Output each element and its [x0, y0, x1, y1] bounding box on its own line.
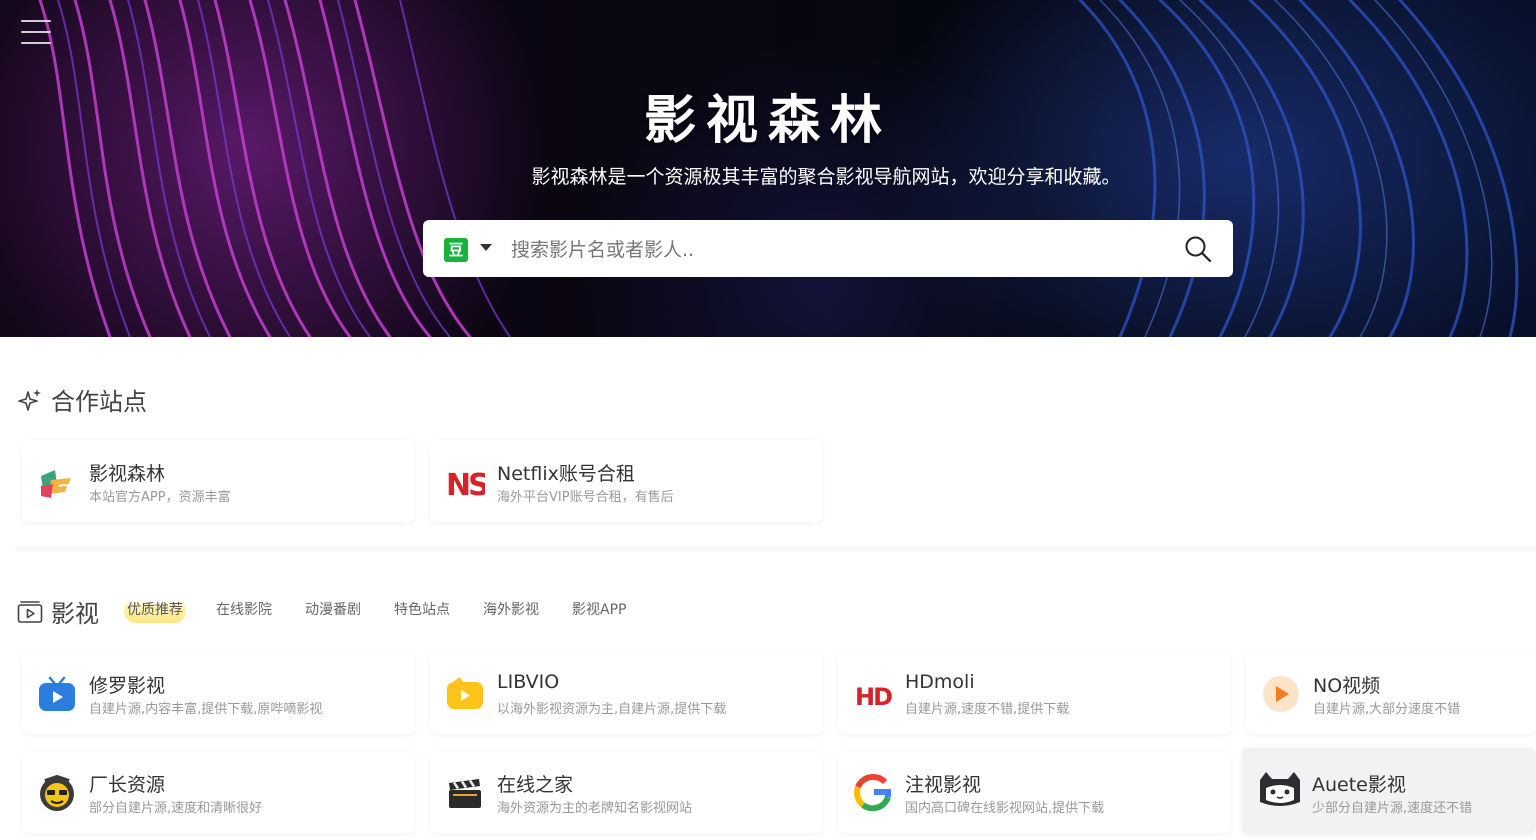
- section-divider: [15, 546, 1536, 552]
- chevron-down-icon[interactable]: [480, 244, 492, 251]
- tab-online-cinema[interactable]: 在线影院: [213, 595, 275, 623]
- card-title: HDmoli: [905, 671, 975, 693]
- card-desc: 国内高口碑在线影视网站,提供下载: [905, 801, 1105, 816]
- clapperboard-icon: [449, 779, 481, 808]
- tab-anime[interactable]: 动漫番剧: [302, 595, 364, 623]
- changzhang-logo-icon: [40, 774, 74, 811]
- card-desc: 自建片源,大部分速度不错: [1313, 702, 1461, 717]
- site-card-auete[interactable]: Auete影视 少部分自建片源,速度还不错: [1242, 748, 1536, 834]
- tab-apps[interactable]: 影视APP: [569, 595, 629, 623]
- card-title: 影视森林: [89, 463, 166, 485]
- hamburger-menu-icon[interactable]: [21, 20, 51, 44]
- libvio-logo-icon: [447, 677, 483, 709]
- site-card-zaixianzhijia[interactable]: 在线之家 海外资源为主的老牌知名影视网站: [430, 751, 822, 833]
- site-card-xiuluo[interactable]: 修罗影视 自建片源,内容丰富,提供下载,原哔嘀影视: [22, 652, 414, 734]
- site-card-novideo[interactable]: NO视频 自建片源,大部分速度不错: [1246, 652, 1536, 734]
- card-desc: 海外资源为主的老牌知名影视网站: [497, 801, 693, 816]
- card-desc: 以海外影视资源为主,自建片源,提供下载: [497, 702, 727, 717]
- site-card-changzhang[interactable]: 厂长资源 部分自建片源,速度和清晰很好: [22, 751, 414, 833]
- site-card-zhushi[interactable]: 注视影视 国内高口碑在线影视网站,提供下载: [838, 751, 1230, 833]
- tv-logo-icon: [39, 676, 75, 711]
- partner-card-netflix[interactable]: NS Netflix账号合租 海外平台VIP账号合租，有售后: [430, 440, 822, 522]
- video-category-tabs: 优质推荐 在线影院 动漫番剧 特色站点 海外影视 影视APP: [124, 595, 656, 623]
- hd-logo-icon: HD: [855, 683, 893, 711]
- card-title: Netflix账号合租: [497, 463, 635, 485]
- card-desc: 少部分自建片源,速度还不错: [1312, 801, 1473, 816]
- card-title: 在线之家: [497, 774, 574, 796]
- card-title: Auete影视: [1312, 774, 1406, 796]
- card-desc: 自建片源,内容丰富,提供下载,原哔嘀影视: [89, 702, 323, 717]
- card-desc: 部分自建片源,速度和清晰很好: [89, 801, 263, 816]
- tab-recommended[interactable]: 优质推荐: [124, 595, 186, 623]
- g-logo-icon: [854, 773, 891, 812]
- no-video-logo-icon: [1263, 676, 1299, 712]
- card-title: 修罗影视: [89, 675, 166, 697]
- partner-section-header: 合作站点: [17, 382, 147, 417]
- partner-card-yingshisenlin[interactable]: 影视森林 本站官方APP，资源丰富: [22, 440, 414, 522]
- card-title: LIBVIO: [497, 671, 560, 693]
- video-section-title: 影视: [51, 600, 99, 628]
- partner-section-title: 合作站点: [51, 388, 147, 416]
- card-desc: 本站官方APP，资源丰富: [89, 490, 231, 505]
- svg-text:NS: NS: [446, 468, 485, 502]
- search-input[interactable]: [509, 230, 1163, 270]
- card-desc: 海外平台VIP账号合租，有售后: [497, 490, 674, 505]
- search-engine-badge[interactable]: 豆: [444, 238, 468, 262]
- tab-featured-sites[interactable]: 特色站点: [391, 595, 453, 623]
- site-card-libvio[interactable]: LIBVIO 以海外影视资源为主,自建片源,提供下载: [430, 652, 822, 734]
- site-title: 影视森林: [643, 90, 892, 151]
- netflix-ns-logo-icon: NS: [446, 468, 485, 502]
- svg-text:HD: HD: [855, 683, 892, 711]
- search-icon[interactable]: [1183, 234, 1213, 264]
- hero-banner: 影视森林 影视森林是一个资源极其丰富的聚合影视导航网站，欢迎分享和收藏。 豆: [0, 0, 1536, 337]
- card-title: NO视频: [1313, 675, 1381, 697]
- card-title: 注视影视: [905, 774, 982, 796]
- site-subtitle: 影视森林是一个资源极其丰富的聚合影视导航网站，欢迎分享和收藏。: [531, 166, 1121, 188]
- video-section-header: 影视: [17, 594, 99, 629]
- sparkle-icon: [18, 388, 41, 411]
- card-title: 厂长资源: [89, 774, 166, 796]
- card-desc: 自建片源,速度不错,提供下载: [905, 702, 1070, 717]
- site-card-hdmoli[interactable]: HD HDmoli 自建片源,速度不错,提供下载: [838, 652, 1230, 734]
- video-play-icon: [17, 600, 43, 623]
- cat-logo-icon: [1260, 772, 1300, 806]
- search-box: 豆: [423, 220, 1233, 277]
- yingshisenlin-logo-icon: [41, 470, 72, 498]
- tab-overseas[interactable]: 海外影视: [480, 595, 542, 623]
